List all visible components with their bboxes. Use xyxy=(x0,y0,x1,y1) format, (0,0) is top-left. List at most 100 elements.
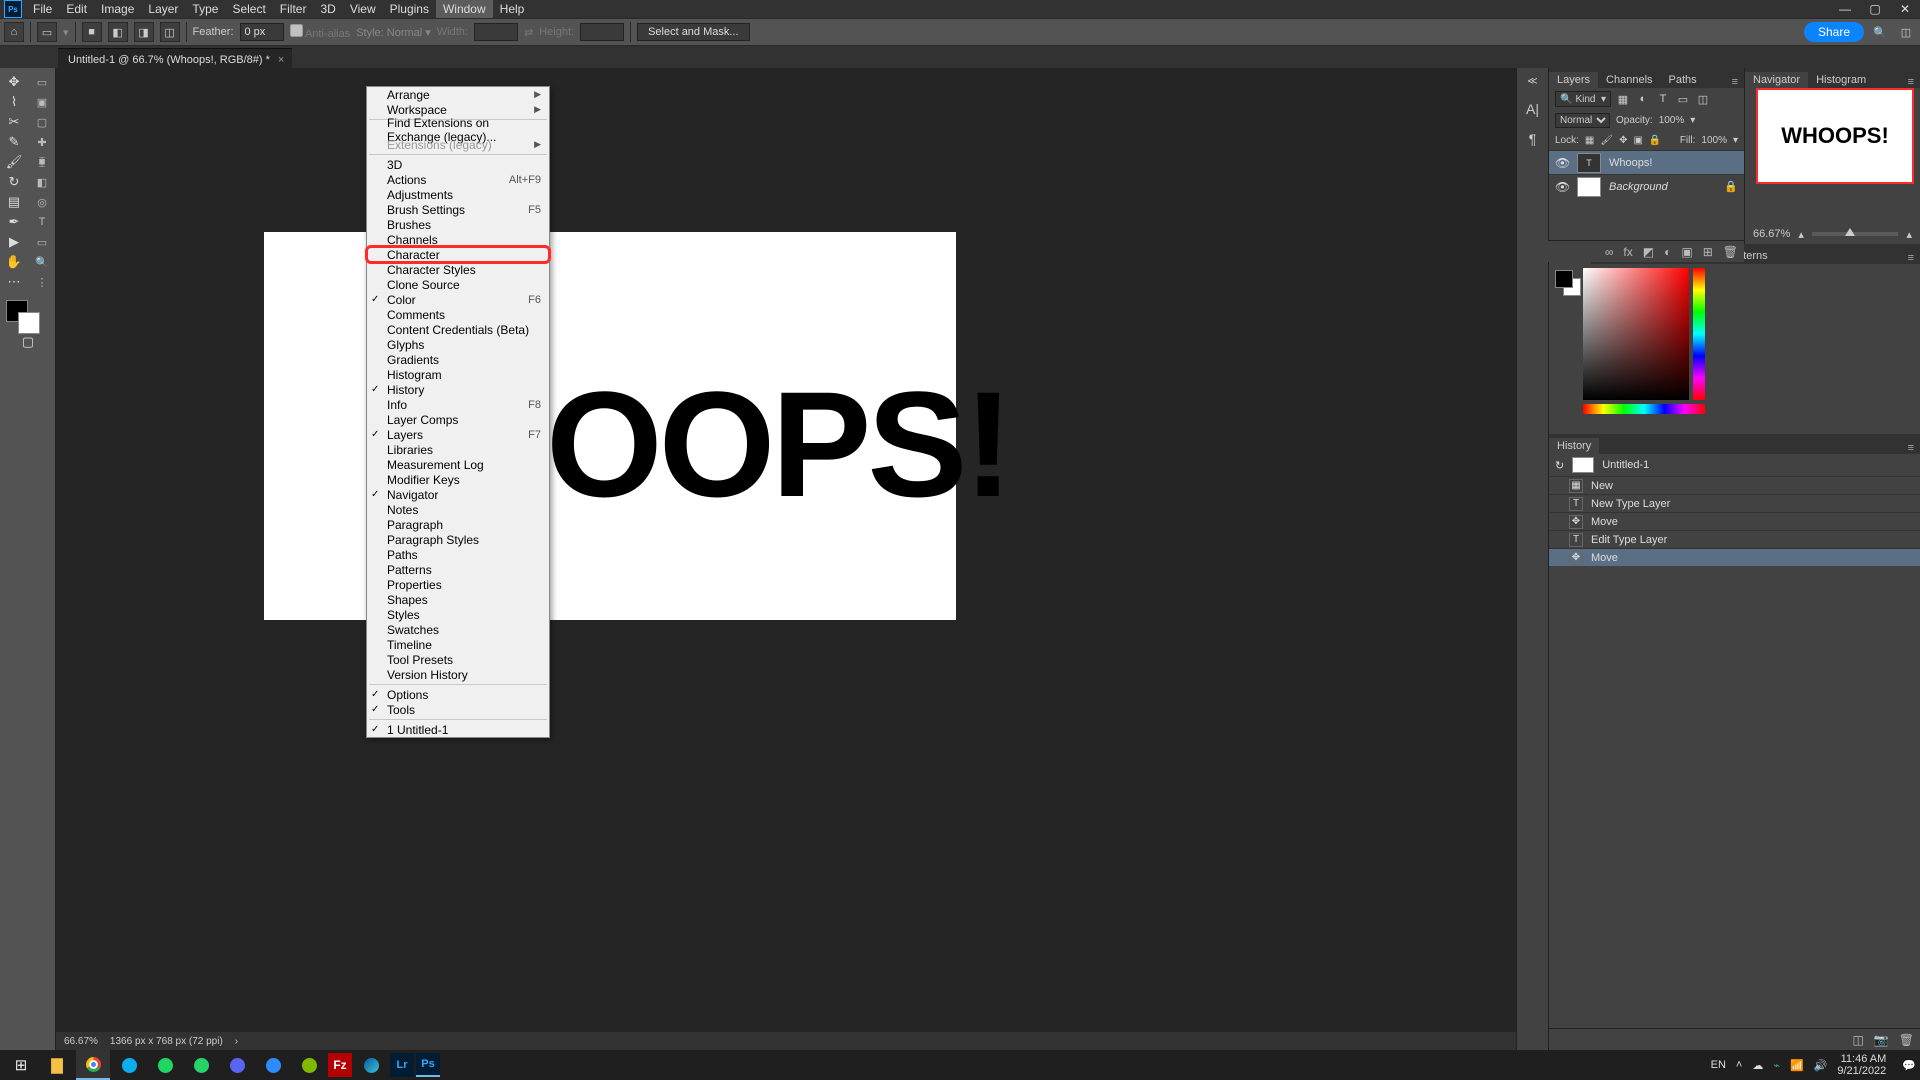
type-tool-icon[interactable]: T xyxy=(28,212,56,232)
zoom-tool-icon[interactable]: 🔍 xyxy=(28,252,56,272)
menu-item-shapes[interactable]: Shapes xyxy=(367,592,549,607)
menu-item-adjustments[interactable]: Adjustments xyxy=(367,187,549,202)
menu-item-history[interactable]: ✓History xyxy=(367,382,549,397)
selection-add-icon[interactable]: ◧ xyxy=(108,22,128,42)
selection-new-icon[interactable]: ■ xyxy=(82,22,102,42)
marquee-tool-icon[interactable]: ▭ xyxy=(28,72,56,92)
new-layer-icon[interactable]: ⊞ xyxy=(1703,245,1713,259)
layer-style-icon[interactable]: fx xyxy=(1623,245,1632,259)
adjustment-layer-icon[interactable]: ◐ xyxy=(1664,245,1671,259)
language-indicator[interactable]: EN xyxy=(1711,1059,1726,1071)
menu-item-layer-comps[interactable]: Layer Comps xyxy=(367,412,549,427)
edge-icon[interactable] xyxy=(354,1050,388,1080)
lock-artboard-icon[interactable]: ▣ xyxy=(1633,135,1642,146)
layer-thumb[interactable] xyxy=(1577,177,1601,197)
menu-help[interactable]: Help xyxy=(493,0,532,18)
feather-input[interactable] xyxy=(240,23,284,41)
brush-tool-icon[interactable]: 🖌 xyxy=(0,152,28,172)
filter-shape-icon[interactable]: ▭ xyxy=(1675,91,1691,107)
menu-item-arrange[interactable]: Arrange▶ xyxy=(367,87,549,102)
menu-item-channels[interactable]: Channels xyxy=(367,232,549,247)
pen-tool-icon[interactable]: ✒ xyxy=(0,212,28,232)
menu-item-paragraph-styles[interactable]: Paragraph Styles xyxy=(367,532,549,547)
menu-item-clone-source[interactable]: Clone Source xyxy=(367,277,549,292)
menu-item-find-extensions-on-exchange-legacy-[interactable]: Find Extensions on Exchange (legacy)... xyxy=(367,122,549,137)
move-tool-icon[interactable]: ✥ xyxy=(0,72,28,92)
layer-mask-icon[interactable]: ◩ xyxy=(1643,245,1654,259)
menu-layer[interactable]: Layer xyxy=(141,0,185,18)
delete-layer-icon[interactable]: 🗑 xyxy=(1723,245,1738,259)
file-explorer-icon[interactable]: ▇ xyxy=(40,1050,74,1080)
zoom-icon[interactable] xyxy=(256,1050,290,1080)
crop-tool-icon[interactable]: ✂ xyxy=(0,112,28,132)
new-doc-from-state-icon[interactable]: ◫ xyxy=(1852,1033,1863,1047)
menu-item-styles[interactable]: Styles xyxy=(367,607,549,622)
new-snapshot-icon[interactable]: 📷 xyxy=(1874,1033,1889,1047)
lasso-tool-icon[interactable]: ⌇ xyxy=(0,92,28,112)
navigator-thumbnail[interactable]: WHOOPS! xyxy=(1756,88,1914,184)
lock-all-icon[interactable]: 🔒 xyxy=(1649,135,1661,146)
menu-item-modifier-keys[interactable]: Modifier Keys xyxy=(367,472,549,487)
shape-tool-icon[interactable]: ▭ xyxy=(28,232,56,252)
tray-chevron-icon[interactable]: ˄ xyxy=(1736,1059,1742,1071)
notifications-icon[interactable]: 💬 xyxy=(1902,1059,1916,1072)
history-step[interactable]: ▦New xyxy=(1549,476,1920,494)
menu-item-paths[interactable]: Paths xyxy=(367,547,549,562)
panel-menu-icon[interactable]: ≡ xyxy=(1902,252,1920,264)
selection-intersect-icon[interactable]: ◫ xyxy=(160,22,180,42)
menu-file[interactable]: File xyxy=(26,0,59,18)
menu-item-brushes[interactable]: Brushes xyxy=(367,217,549,232)
status-dimensions[interactable]: 1366 px x 768 px (72 ppi) xyxy=(110,1036,223,1047)
menu-item-histogram[interactable]: Histogram xyxy=(367,367,549,382)
character-panel-icon[interactable]: A| xyxy=(1526,101,1539,117)
blend-mode-select[interactable]: Normal xyxy=(1555,113,1610,128)
color-swatches[interactable] xyxy=(0,298,56,338)
color-field[interactable] xyxy=(1583,268,1689,400)
photoshop-icon[interactable]: Ps xyxy=(416,1053,440,1077)
edit-toolbar-icon[interactable]: ⋮ xyxy=(28,272,56,292)
home-icon[interactable]: ⌂ xyxy=(4,22,24,42)
panel-menu-icon[interactable]: ≡ xyxy=(1902,442,1920,454)
start-button[interactable]: ⊞ xyxy=(4,1050,38,1080)
link-layers-icon[interactable]: ∞ xyxy=(1605,245,1614,259)
eraser-tool-icon[interactable]: ◧ xyxy=(28,172,56,192)
clock[interactable]: 11:46 AM 9/21/2022 xyxy=(1837,1053,1892,1077)
visibility-icon[interactable]: 👁 xyxy=(1555,180,1569,194)
menu-item-patterns[interactable]: Patterns xyxy=(367,562,549,577)
chrome-icon[interactable] xyxy=(76,1050,110,1080)
close-tab-icon[interactable]: × xyxy=(278,54,284,66)
menu-item-gradients[interactable]: Gradients xyxy=(367,352,549,367)
layer-search[interactable]: 🔍Kind▾ xyxy=(1555,91,1611,107)
more-tools-icon[interactable]: ⋯ xyxy=(0,272,28,292)
tab-histogram[interactable]: Histogram xyxy=(1808,72,1874,88)
menu-item-1-untitled-1[interactable]: ✓1 Untitled-1 xyxy=(367,722,549,737)
workspace-icon[interactable]: ◫ xyxy=(1896,22,1916,42)
visibility-icon[interactable]: 👁 xyxy=(1555,156,1569,170)
filezilla-icon[interactable]: Fz xyxy=(328,1053,352,1077)
menu-filter[interactable]: Filter xyxy=(273,0,314,18)
menu-window[interactable]: Window xyxy=(436,0,493,18)
menu-item-navigator[interactable]: ✓Navigator xyxy=(367,487,549,502)
menu-item-tools[interactable]: ✓Tools xyxy=(367,702,549,717)
menu-item-info[interactable]: InfoF8 xyxy=(367,397,549,412)
expand-panels-icon[interactable]: ≪ xyxy=(1527,76,1537,87)
whatsapp-icon[interactable] xyxy=(184,1050,218,1080)
menu-item-character[interactable]: Character xyxy=(367,247,549,262)
wifi-icon[interactable]: 📶 xyxy=(1790,1059,1804,1072)
status-zoom[interactable]: 66.67% xyxy=(64,1036,98,1047)
volume-icon[interactable]: 🔊 xyxy=(1814,1059,1828,1072)
zoom-in-icon[interactable]: ▴ xyxy=(1906,228,1912,241)
history-step[interactable]: ✥Move xyxy=(1549,512,1920,530)
status-arrow-icon[interactable]: › xyxy=(235,1036,238,1047)
menu-edit[interactable]: Edit xyxy=(59,0,94,18)
object-select-tool-icon[interactable]: ▣ xyxy=(28,92,56,112)
history-step[interactable]: TNew Type Layer xyxy=(1549,494,1920,512)
search-icon[interactable]: 🔍 xyxy=(1870,22,1890,42)
tab-channels[interactable]: Channels xyxy=(1598,72,1660,88)
hue-strip[interactable] xyxy=(1693,268,1705,400)
menu-image[interactable]: Image xyxy=(94,0,141,18)
maximize-button[interactable]: ▢ xyxy=(1860,0,1890,18)
menu-3d[interactable]: 3D xyxy=(313,0,342,18)
lock-pixels-icon[interactable]: 🖌 xyxy=(1600,135,1613,146)
discord-icon[interactable] xyxy=(220,1050,254,1080)
